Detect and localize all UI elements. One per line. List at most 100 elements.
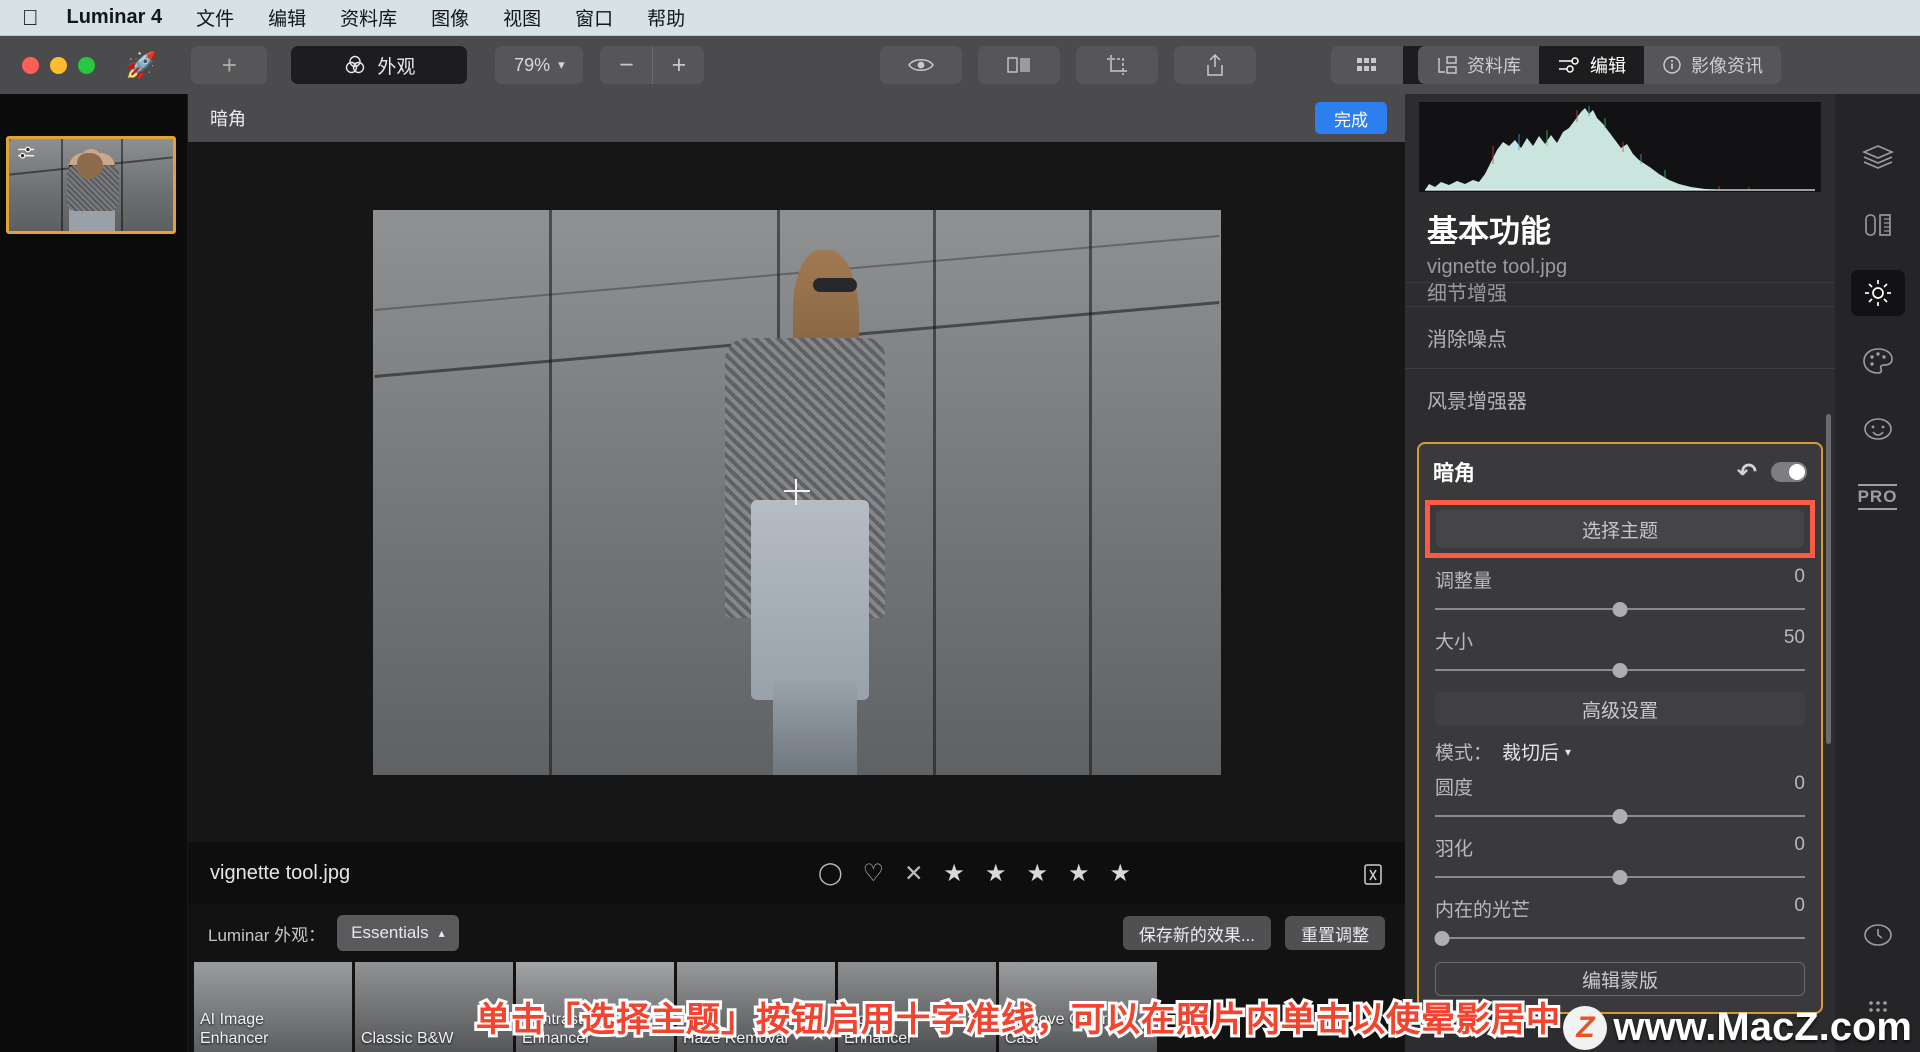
portrait-icon[interactable] (1851, 406, 1905, 452)
select-subject-button[interactable]: 选择主题 (1436, 510, 1804, 548)
slider-track[interactable] (1435, 937, 1805, 939)
menu-item-window[interactable]: 窗口 (575, 4, 613, 31)
image-stage[interactable] (188, 142, 1405, 842)
vignette-toggle[interactable] (1771, 462, 1807, 482)
app-toolbar: 🚀 + 外观 79% ▾ − + 资料库 编辑 影像资讯 (0, 36, 1920, 94)
slider-size-value: 50 (1783, 627, 1805, 648)
advanced-settings-button[interactable]: 高级设置 (1435, 692, 1805, 726)
save-new-look-button[interactable]: 保存新的效果... (1122, 916, 1271, 950)
select-subject-highlight: 选择主题 (1425, 500, 1815, 558)
sliders-icon (1559, 57, 1579, 73)
zoom-out-button[interactable]: − (600, 46, 653, 84)
done-button[interactable]: 完成 (1315, 102, 1387, 134)
add-image-button[interactable]: + (191, 46, 268, 84)
chevron-down-icon: ▾ (558, 57, 565, 72)
slider-feather-value: 0 (1794, 834, 1805, 855)
rocket-icon[interactable]: 🚀 (125, 52, 157, 78)
slider-knob[interactable] (1612, 809, 1628, 824)
save-new-look-label: 保存新的效果... (1138, 925, 1255, 945)
main-photo[interactable] (372, 209, 1221, 775)
minimize-button[interactable] (50, 56, 67, 74)
section-detail-enhancer-label: 细节增强 (1427, 283, 1507, 305)
tab-edit[interactable]: 编辑 (1539, 46, 1644, 84)
section-detail-enhancer[interactable]: 细节增强 (1405, 282, 1835, 306)
grid-view-button[interactable] (1331, 46, 1403, 84)
slider-inner-light-label: 内在的光芒 (1435, 900, 1531, 921)
preset-label: AI Image Enhancer (200, 1011, 269, 1047)
menu-item-edit[interactable]: 编辑 (268, 4, 306, 31)
apple-menu-icon[interactable]:  (22, 6, 39, 29)
delete-button[interactable] (1361, 842, 1385, 904)
slider-roundness[interactable]: 圆度 0 (1419, 765, 1821, 826)
looks-collection-dropdown[interactable]: Essentials ▴ (337, 915, 459, 951)
share-button[interactable] (1174, 46, 1256, 84)
mode-dropdown[interactable]: 裁切后 ▾ (1502, 738, 1571, 765)
edit-mask-label: 编辑蒙版 (1581, 970, 1658, 992)
slider-knob[interactable] (1612, 663, 1628, 678)
looks-bar-label: Luminar 外观： (208, 925, 326, 945)
tab-library[interactable]: 资料库 (1418, 46, 1539, 84)
heart-icon[interactable]: ♡ (863, 859, 885, 888)
mode-value: 裁切后 (1502, 743, 1560, 764)
app-window: 🚀 + 外观 79% ▾ − + 资料库 编辑 影像资讯 暗角 完成 vigne… (0, 36, 1920, 1052)
star-icon-5[interactable]: ★ (1109, 859, 1131, 888)
app-name-label[interactable]: Luminar 4 (67, 6, 163, 29)
section-landscape-enhancer[interactable]: 风景增强器 (1405, 368, 1835, 430)
palette-glyph (1862, 348, 1893, 374)
section-denoise[interactable]: 消除噪点 (1405, 306, 1835, 368)
slider-feather-label: 羽化 (1435, 839, 1474, 860)
chevron-up-icon: ▴ (438, 926, 445, 940)
panel-title: 基本功能 (1427, 214, 1551, 249)
star-icon-4[interactable]: ★ (1068, 859, 1090, 888)
tab-image-info[interactable]: 影像资讯 (1644, 46, 1781, 84)
flag-icon[interactable]: ◯ (818, 860, 843, 886)
slider-knob[interactable] (1612, 870, 1628, 885)
select-subject-label: 选择主题 (1581, 520, 1658, 542)
slider-size-label: 大小 (1435, 632, 1474, 653)
looks-button[interactable]: 外观 (291, 46, 468, 84)
adjustments-badge-icon (18, 146, 35, 159)
palette-icon[interactable] (1851, 338, 1905, 384)
reset-icon[interactable]: ↶ (1737, 458, 1757, 487)
adjustment-list[interactable]: 细节增强 消除噪点 风景增强器 暗角 ↶ 选择主题 调整量 0 大小 50 高级… (1405, 282, 1835, 1052)
panel-scrollbar[interactable] (1826, 414, 1831, 744)
compare-button[interactable] (978, 46, 1060, 84)
star-icon-1[interactable]: ★ (943, 859, 965, 888)
close-button[interactable] (22, 56, 39, 74)
filmstrip-sidebar[interactable] (0, 94, 188, 1052)
reset-adjustments-button[interactable]: 重置调整 (1285, 916, 1385, 950)
menu-item-file[interactable]: 文件 (196, 4, 234, 31)
menu-item-library[interactable]: 资料库 (340, 4, 397, 31)
preview-toggle-button[interactable] (880, 46, 962, 84)
slider-inner-light[interactable]: 内在的光芒 0 (1419, 887, 1821, 948)
menu-item-image[interactable]: 图像 (431, 4, 469, 31)
slider-knob[interactable] (1434, 931, 1450, 946)
mode-row: 模式： 裁切后 ▾ (1419, 726, 1821, 765)
star-icon-3[interactable]: ★ (1026, 859, 1048, 888)
tab-edit-label: 编辑 (1590, 56, 1626, 76)
menu-item-help[interactable]: 帮助 (647, 4, 685, 31)
pro-icon[interactable]: PRO (1851, 474, 1905, 520)
slider-knob[interactable] (1612, 602, 1628, 617)
zoom-stepper: − + (600, 46, 705, 84)
zoom-level-dropdown[interactable]: 79% ▾ (495, 46, 584, 84)
reject-icon[interactable]: ✕ (904, 860, 923, 887)
slider-feather[interactable]: 羽化 0 (1419, 826, 1821, 887)
tools-icon[interactable] (1851, 202, 1905, 248)
info-icon (1663, 56, 1681, 74)
slider-amount[interactable]: 调整量 0 (1419, 558, 1821, 619)
layers-icon[interactable] (1851, 134, 1905, 180)
edit-mask-button[interactable]: 编辑蒙版 (1435, 962, 1805, 996)
sun-icon[interactable] (1850, 270, 1905, 316)
looks-collection-value: Essentials (351, 923, 429, 942)
maximize-button[interactable] (78, 56, 95, 74)
slider-size[interactable]: 大小 50 (1419, 619, 1821, 680)
menu-item-view[interactable]: 视图 (503, 4, 541, 31)
history-icon[interactable] (1851, 912, 1905, 958)
filmstrip-thumbnail[interactable] (6, 136, 176, 234)
share-icon (1207, 53, 1223, 76)
zoom-in-button[interactable]: + (652, 46, 705, 84)
preset-item[interactable]: AI Image Enhancer (194, 962, 352, 1052)
crop-button[interactable] (1076, 46, 1158, 84)
star-icon-2[interactable]: ★ (985, 859, 1007, 888)
